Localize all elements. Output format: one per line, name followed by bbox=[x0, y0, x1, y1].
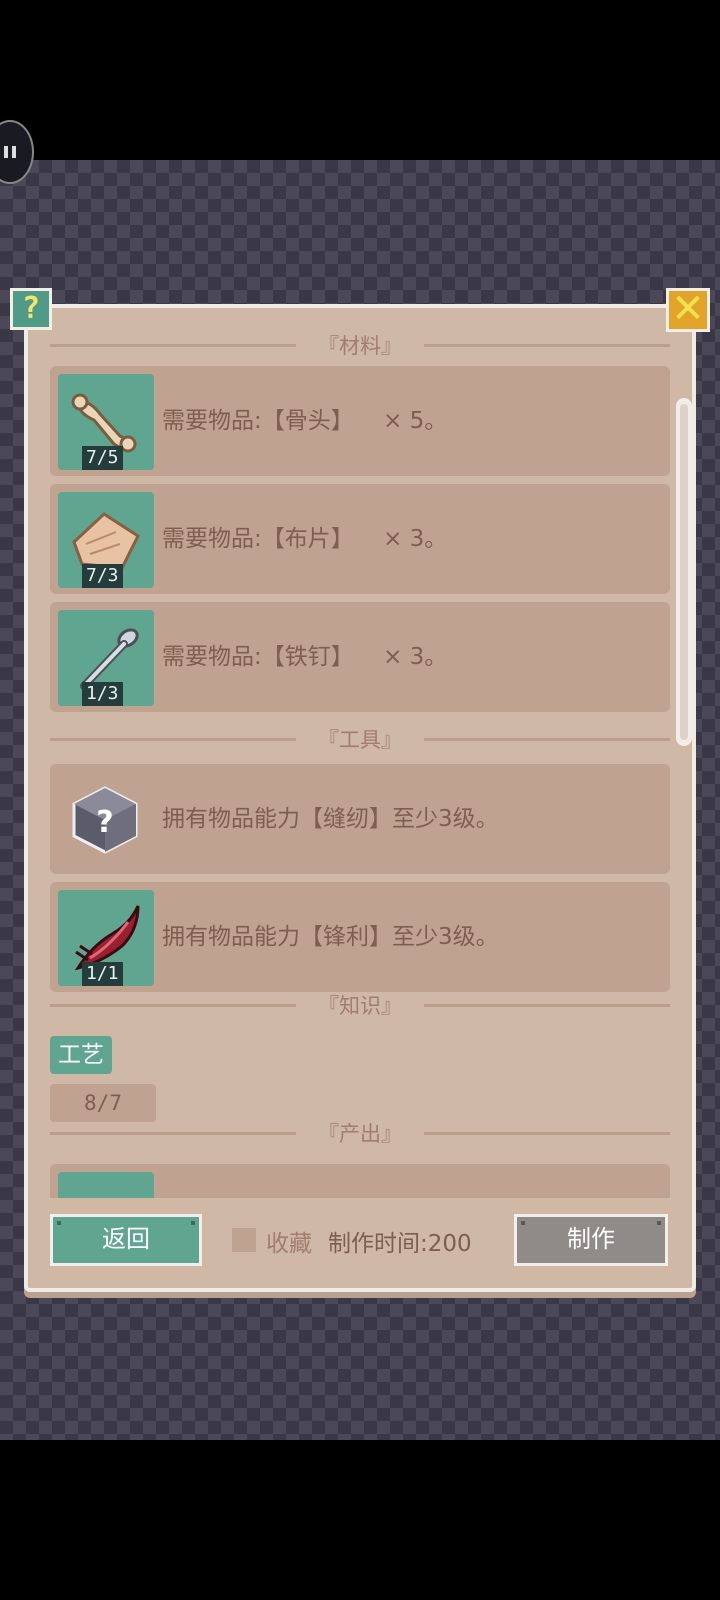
material-label: 需要物品:【铁钉】 bbox=[162, 644, 354, 670]
material-qty: × 3。 bbox=[383, 644, 448, 670]
section-tools-title: 『工具』 bbox=[50, 726, 670, 752]
material-count: 7/3 bbox=[82, 564, 123, 588]
output-row[interactable] bbox=[50, 1164, 670, 1198]
section-knowledge-title: 『知识』 bbox=[50, 992, 670, 1018]
material-row-bone[interactable]: 7/5 需要物品:【骨头】 × 5。 bbox=[50, 366, 670, 476]
knowledge-progress: 8/7 bbox=[50, 1084, 156, 1122]
material-count: 7/5 bbox=[82, 446, 123, 470]
back-button[interactable]: 返回 bbox=[50, 1214, 202, 1266]
tool-row-sharpness[interactable]: 1/1 拥有物品能力【锋利】至少3级。 bbox=[50, 882, 670, 992]
pause-icon bbox=[4, 146, 8, 158]
material-row-cloth[interactable]: 7/3 需要物品:【布片】 × 3。 bbox=[50, 484, 670, 594]
craft-time-label: 制作时间:200 bbox=[328, 1231, 472, 1257]
tool-label: 拥有物品能力【锋利】至少3级。 bbox=[162, 924, 499, 950]
claw-blade-icon: 1/1 bbox=[58, 890, 154, 986]
unknown-cube-icon: ? bbox=[72, 786, 138, 854]
material-row-iron-nail[interactable]: 1/3 需要物品:【铁钉】 × 3。 bbox=[50, 602, 670, 712]
scrollbar-thumb[interactable] bbox=[680, 404, 688, 740]
material-count: 1/3 bbox=[82, 682, 123, 706]
iron-nail-icon: 1/3 bbox=[58, 610, 154, 706]
cloth-icon: 7/3 bbox=[58, 492, 154, 588]
knowledge-tag[interactable]: 工艺 bbox=[50, 1036, 112, 1074]
section-materials-title: 『材料』 bbox=[50, 332, 670, 358]
material-qty: × 5。 bbox=[383, 408, 448, 434]
output-item-icon bbox=[58, 1172, 154, 1198]
material-label: 需要物品:【骨头】 bbox=[162, 408, 354, 434]
bone-icon: 7/5 bbox=[58, 374, 154, 470]
tool-count: 1/1 bbox=[82, 962, 123, 986]
tool-label: 拥有物品能力【缝纫】至少3级。 bbox=[162, 806, 499, 832]
help-button[interactable]: ? bbox=[10, 288, 52, 330]
tool-row-sewing[interactable]: ? 拥有物品能力【缝纫】至少3级。 bbox=[50, 764, 670, 874]
scrollbar[interactable] bbox=[676, 398, 692, 746]
svg-text:?: ? bbox=[96, 805, 113, 840]
favorite-label: 收藏 bbox=[266, 1231, 312, 1257]
favorite-checkbox[interactable] bbox=[232, 1228, 256, 1252]
make-button[interactable]: 制作 bbox=[514, 1214, 668, 1266]
material-label: 需要物品:【布片】 bbox=[162, 526, 354, 552]
material-qty: × 3。 bbox=[383, 526, 448, 552]
close-button[interactable]: ✕ bbox=[666, 288, 710, 332]
section-output-title: 『产出』 bbox=[50, 1120, 670, 1146]
